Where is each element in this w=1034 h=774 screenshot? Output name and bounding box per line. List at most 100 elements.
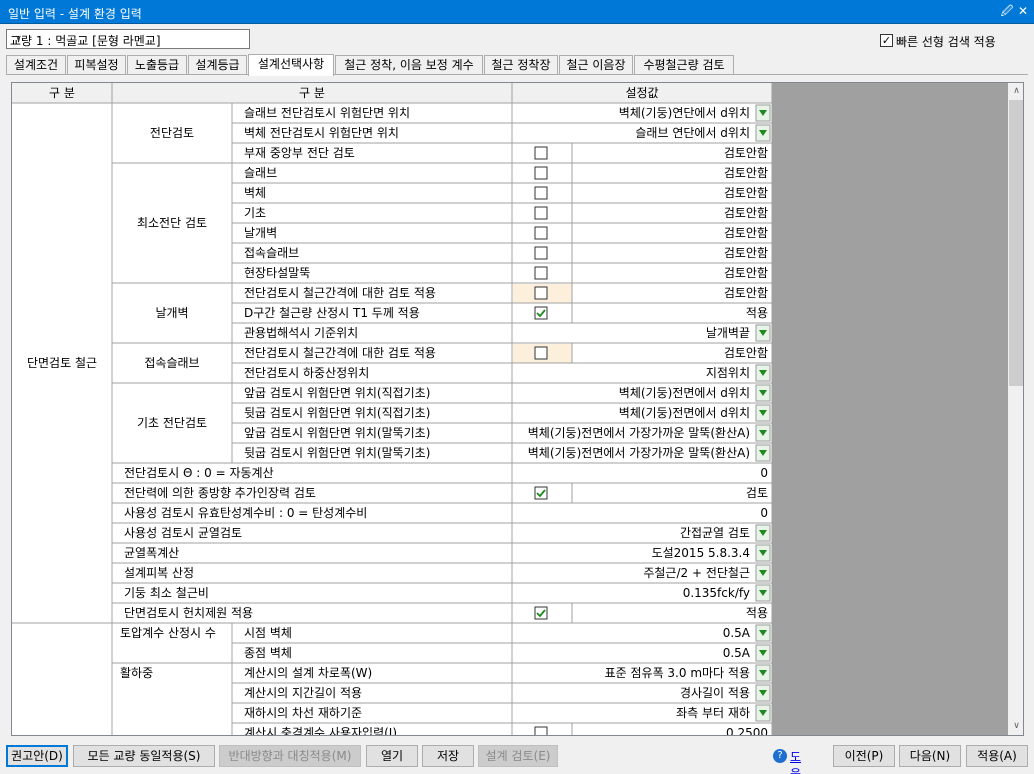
row-label: 재하시의 차선 재하기준 [244,706,362,720]
row-label: 뒷굽 검토시 위험단면 위치(말뚝기초) [244,446,430,460]
recommend-button[interactable]: 권고안(D) [6,745,68,767]
tab-bar: 설계조건 피복설정 노출등급 설계등급 설계선택사항 철근 정착, 이음 보정 … [6,54,1028,76]
row-label: 벽체 전단검토시 위험단면 위치 [244,126,399,140]
row-value: 검토안함 [724,226,768,240]
settings-grid: 구 분구 분 설정값 단면검토 철근 전단검토 최소전단 검토 날개벽 접속슬래브 기초 전단… [11,82,1024,736]
row-value: 0 [760,506,768,520]
next-button[interactable]: 다음(N) [899,745,961,767]
row-label: 시점 벽체 [244,626,292,640]
bottom-button-bar: 권고안(D) 모든 교량 동일적용(S) 반대방향과 대칭적용(M) 열기 저장… [0,742,1034,774]
checkbox[interactable] [534,206,548,220]
checkbox[interactable] [534,286,548,300]
row-label: 기초 [244,206,266,220]
checkbox[interactable] [534,246,548,260]
row-value: 적용 [746,606,768,620]
subgroup-label: 날개벽 [155,306,188,320]
checkbox[interactable] [534,226,548,240]
subgroup-label: 기초 전단검토 [137,416,207,430]
row-label: 날개벽 [244,226,277,240]
design-review-button[interactable]: 설계 검토(E) [478,745,558,767]
scrollbar-thumb[interactable] [1009,100,1023,386]
row-label: 관용법해석시 기준위치 [244,326,358,340]
row-label: 슬래브 [244,166,277,180]
row-value: 검토안함 [724,246,768,260]
save-button[interactable]: 저장 [422,745,474,767]
fast-search-label: 빠른 선형 검색 적용 [896,35,996,49]
scroll-down-arrow-icon[interactable]: ∨ [1008,718,1023,735]
checkbox[interactable] [534,266,548,280]
tab-rebar-anchorage-factor[interactable]: 철근 정착, 이음 보정 계수 [335,55,483,75]
row-label: 계산시 충격계수 사용자입력(I) [244,726,397,735]
bridge-select[interactable]: 교량 1 : 먹골교 [문형 라멘교] ∨ [6,29,250,49]
row-value: 0 [760,466,768,480]
row-label: 슬래브 전단검토시 위험단면 위치 [244,106,410,120]
checkbox[interactable] [534,346,548,360]
window-title: 일반 입력 - 설계 환경 입력 [8,7,142,21]
tab-rebar-splice-length[interactable]: 철근 이음장 [559,55,633,75]
subgroup-label: 최소전단 검토 [137,216,207,230]
checkbox[interactable] [534,726,548,735]
row-value: 경사길이 적용 [680,686,750,700]
row-value: 0.2500 [726,726,768,735]
grid-empty-area [772,83,1008,735]
row-value: 검토안함 [724,206,768,220]
header-label-col2: 구 분 [299,86,325,100]
apply-button[interactable]: 적용(A) [966,745,1028,767]
tab-design-conditions[interactable]: 설계조건 [6,55,66,75]
scroll-up-arrow-icon[interactable]: ∧ [1008,83,1023,100]
checkbox[interactable] [534,306,548,320]
vertical-scrollbar[interactable]: ∧ ∨ [1008,83,1023,735]
header-label-col1: 구 분 [49,86,75,100]
row-label: 전단검토시 철근간격에 대한 검토 적용 [244,286,436,300]
row-label: 앞굽 검토시 위험단면 위치(말뚝기초) [244,426,430,440]
checkbox-icon[interactable]: ✓ [880,34,893,47]
tab-horizontal-rebar-review[interactable]: 수평철근량 검토 [634,55,734,75]
checkbox[interactable] [534,166,548,180]
opposite-direction-button[interactable]: 반대방향과 대칭적용(M) [219,745,361,767]
checkbox[interactable] [534,606,548,620]
row-value: 벽체(기둥)전면에서 가장가까운 말뚝(환산A) [528,426,750,440]
help-label[interactable]: 도움말 [790,748,801,774]
row-label: 설계피복 산정 [124,566,194,580]
tab-exposure-grade[interactable]: 노출등급 [127,55,187,75]
tab-design-grade[interactable]: 설계등급 [188,55,247,75]
row-value: 검토안함 [724,166,768,180]
row-value: 0.5A [723,646,751,660]
row-label: 벽체 [244,186,266,200]
close-icon[interactable]: ✕ [1015,3,1031,19]
row-value: 0.5A [723,626,751,640]
row-value: 날개벽끝 [706,326,750,340]
title-bar: 일반 입력 - 설계 환경 입력 🖉 ✕ [0,0,1034,24]
chevron-down-icon[interactable]: ∨ [10,30,27,48]
row-label: 사용성 검토시 균열검토 [124,526,242,540]
row-value: 검토안함 [724,266,768,280]
settings-grid-canvas: 구 분구 분 설정값단면검토 철근전단검토최소전단 검토날개벽접속슬래브기초 전단… [12,83,1008,735]
row-value: 0.135fck/fy [683,586,750,600]
tab-rebar-anchorage-length[interactable]: 철근 정착장 [484,55,558,75]
row-label: 부재 중앙부 전단 검토 [244,146,355,160]
checkbox[interactable] [534,486,548,500]
tab-divider [6,74,1028,75]
row-value: 주철근/2 + 전단철근 [643,566,750,580]
row-value: 좌측 부터 재하 [676,706,750,720]
row-label: 계산시의 지간길이 적용 [244,686,362,700]
row-label: 앞굽 검토시 위험단면 위치(직접기초) [244,386,430,400]
row-label: 전단력에 의한 종방향 추가인장력 검토 [124,486,316,500]
prev-button[interactable]: 이전(P) [833,745,895,767]
checkbox[interactable] [534,186,548,200]
row-value: 적용 [746,306,768,320]
row-label: 뒷굽 검토시 위험단면 위치(직접기초) [244,406,430,420]
open-button[interactable]: 열기 [366,745,418,767]
row-label: 계산시의 설계 차로폭(W) [244,666,372,680]
pin-icon[interactable]: 🖉 [999,3,1015,19]
header-label-col3: 설정값 [625,86,658,100]
tab-cover-settings[interactable]: 피복설정 [67,55,126,75]
subgroup-label: 토압계수 산정시 수 [120,626,216,640]
apply-all-bridges-button[interactable]: 모든 교량 동일적용(S) [73,745,215,767]
row-value: 검토안함 [724,186,768,200]
tab-design-options[interactable]: 설계선택사항 [248,54,334,76]
row-value: 간접균열 검토 [680,526,750,540]
subgroup-label: 전단검토 [150,126,194,140]
row-value: 검토 [746,486,768,500]
checkbox[interactable] [534,146,548,160]
